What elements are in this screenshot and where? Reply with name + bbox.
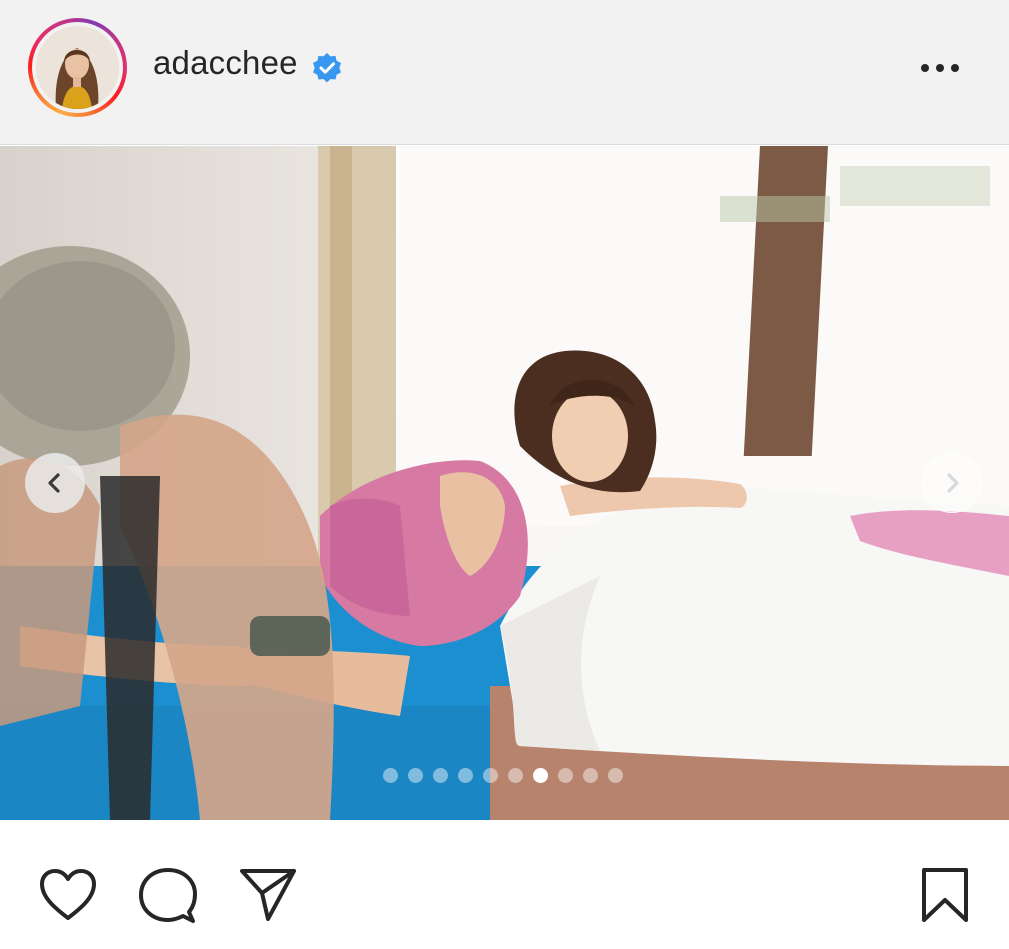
post-header: adacchee xyxy=(0,0,1009,145)
more-horizontal-icon xyxy=(921,64,959,72)
carousel-dot xyxy=(558,768,573,783)
carousel-dot xyxy=(608,768,623,783)
carousel-dot xyxy=(408,768,423,783)
chevron-right-icon xyxy=(947,473,959,493)
verified-badge-icon xyxy=(313,53,341,83)
paper-plane-icon xyxy=(240,869,296,921)
share-button[interactable] xyxy=(238,867,298,923)
more-options-button[interactable] xyxy=(916,56,966,80)
chevron-left-icon xyxy=(48,473,60,493)
post-photo[interactable] xyxy=(0,146,1009,820)
carousel-indicator xyxy=(383,768,623,783)
heart-icon xyxy=(40,869,96,920)
avatar[interactable] xyxy=(36,26,119,109)
comment-bubble-icon xyxy=(139,868,197,923)
carousel-next-button[interactable] xyxy=(922,453,982,513)
carousel-dot xyxy=(508,768,523,783)
photo-scene xyxy=(0,146,1009,820)
post-action-bar xyxy=(0,820,1009,949)
carousel-dot xyxy=(433,768,448,783)
carousel-dot xyxy=(458,768,473,783)
bookmark-icon xyxy=(922,868,968,922)
story-ring[interactable] xyxy=(28,18,127,117)
carousel-prev-button[interactable] xyxy=(25,453,85,513)
carousel-dot xyxy=(483,768,498,783)
avatar-image xyxy=(36,26,119,109)
like-button[interactable] xyxy=(38,868,98,922)
comment-button[interactable] xyxy=(139,868,197,924)
save-button[interactable] xyxy=(918,866,972,924)
carousel-dot xyxy=(383,768,398,783)
username[interactable]: adacchee xyxy=(153,44,298,82)
carousel-dot-active xyxy=(533,768,548,783)
carousel-dot xyxy=(583,768,598,783)
